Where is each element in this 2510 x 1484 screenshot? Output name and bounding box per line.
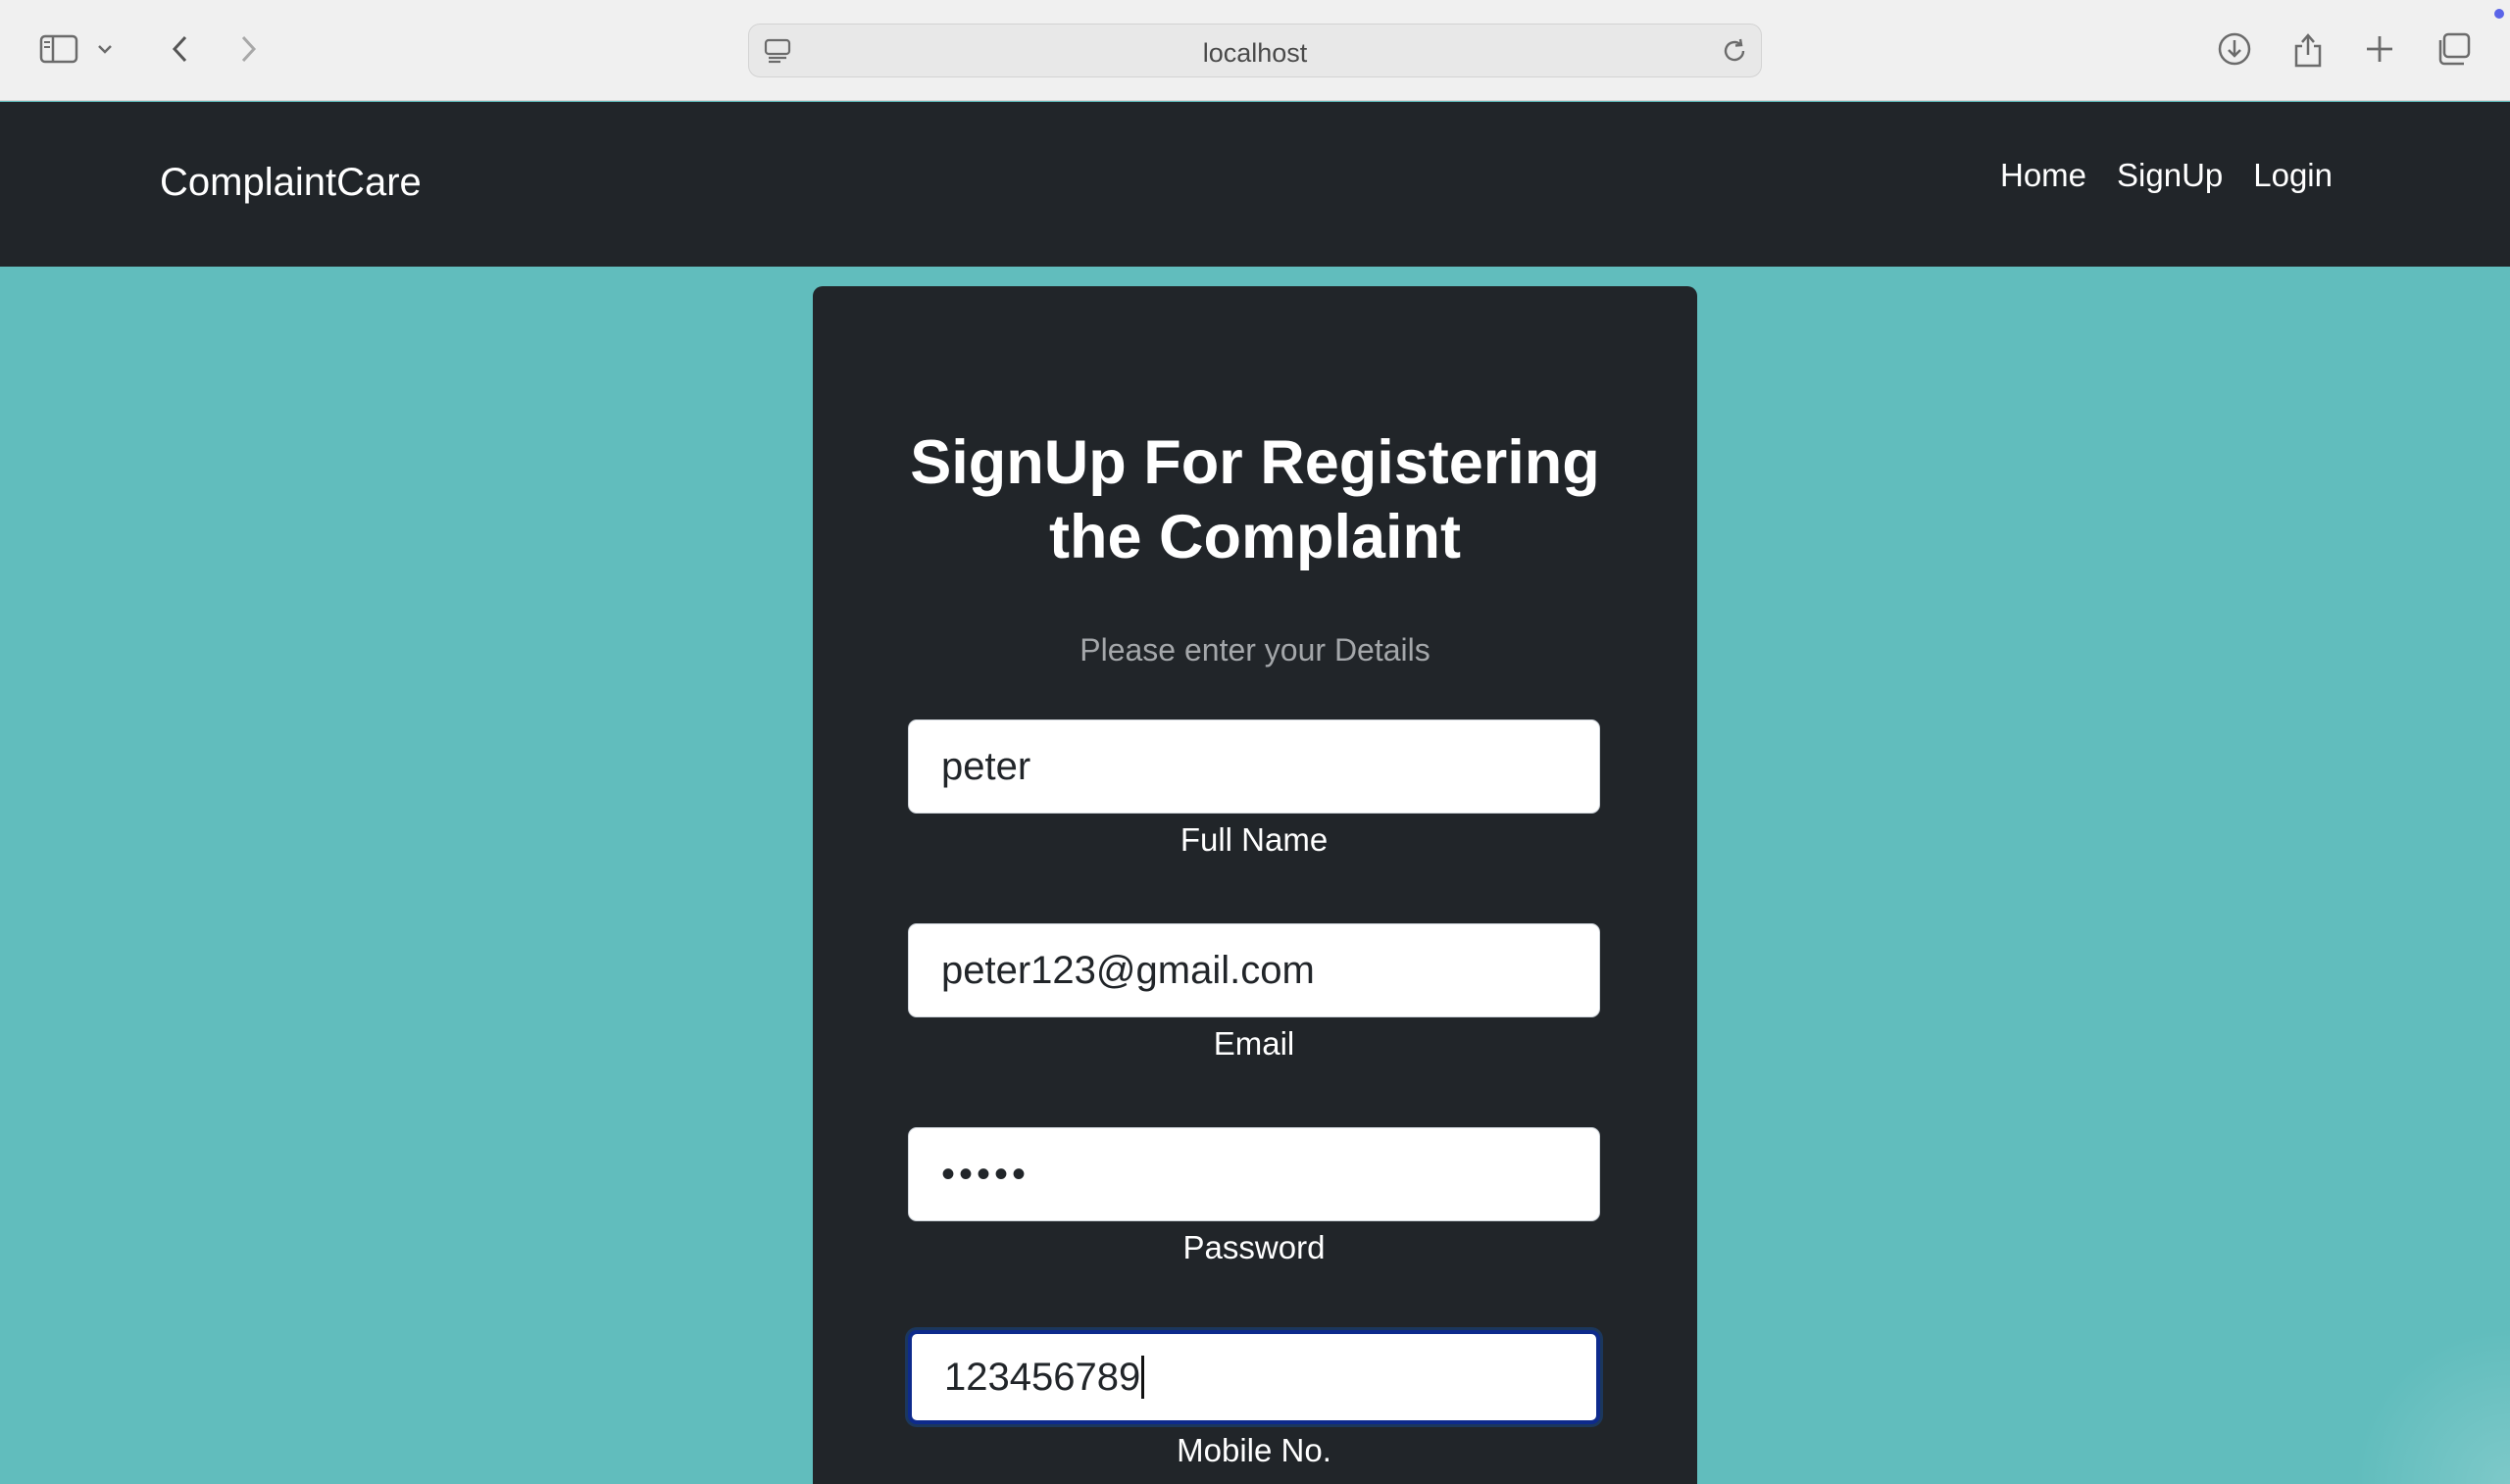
full-name-group: peter Full Name	[908, 719, 1600, 859]
address-bar[interactable]: localhost	[748, 24, 1762, 77]
email-group: peter123@gmail.com Email	[908, 923, 1600, 1063]
password-label: Password	[1182, 1229, 1326, 1265]
sidebar-icon[interactable]	[35, 25, 82, 73]
nav-link-signup[interactable]: SignUp	[2117, 157, 2223, 194]
full-name-label: Full Name	[1180, 821, 1329, 858]
browser-toolbar: localhost	[0, 0, 2510, 101]
share-icon[interactable]	[2284, 25, 2332, 73]
form-subtitle: Please enter your Details	[1079, 632, 1431, 668]
notification-dot	[2494, 9, 2504, 19]
text-caret	[1141, 1356, 1145, 1399]
reload-icon[interactable]	[1720, 36, 1749, 71]
email-value: peter123@gmail.com	[941, 948, 1315, 992]
new-tab-icon[interactable]	[2356, 25, 2403, 73]
back-icon[interactable]	[157, 25, 204, 73]
password-input[interactable]: •••••	[908, 1127, 1600, 1221]
forward-icon[interactable]	[225, 25, 272, 73]
nav-link-login[interactable]: Login	[2253, 157, 2333, 194]
full-name-input[interactable]: peter	[908, 719, 1600, 814]
signup-card: SignUp For Registering the Complaint Ple…	[813, 286, 1697, 1484]
mobile-label: Mobile No.	[1177, 1432, 1331, 1468]
brand-logo[interactable]: ComplaintCare	[160, 161, 422, 205]
password-value: •••••	[941, 1152, 1030, 1196]
download-icon[interactable]	[2211, 25, 2258, 73]
email-input[interactable]: peter123@gmail.com	[908, 923, 1600, 1017]
nav-links: Home SignUp Login	[2000, 157, 2333, 194]
full-name-value: peter	[941, 744, 1031, 788]
password-group: ••••• Password	[908, 1127, 1600, 1266]
email-label: Email	[1213, 1025, 1295, 1062]
mobile-group: 123456789 Mobile No.	[908, 1330, 1600, 1469]
tab-overview-icon[interactable]	[2430, 25, 2477, 73]
address-url: localhost	[1202, 38, 1308, 68]
page-title: SignUp For Registering the Complaint	[910, 428, 1600, 571]
navbar: ComplaintCare Home SignUp Login	[0, 102, 2510, 267]
mobile-input[interactable]: 123456789	[908, 1330, 1600, 1424]
chevron-down-icon[interactable]	[90, 25, 120, 73]
mobile-value: 123456789	[944, 1355, 1141, 1399]
nav-link-home[interactable]: Home	[2000, 157, 2086, 194]
corner-glow	[2353, 1327, 2510, 1484]
